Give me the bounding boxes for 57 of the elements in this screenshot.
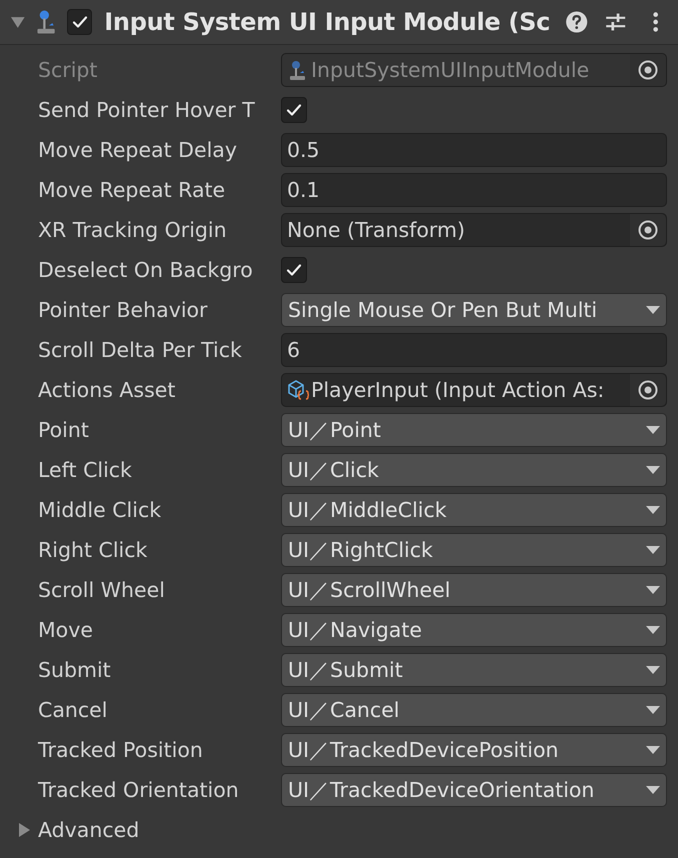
object-field[interactable]: PlayerInput (Input Action As: (281, 373, 667, 407)
component-title: Input System UI Input Module (Sc (104, 8, 550, 36)
dropdown[interactable]: UI／ScrollWheel (281, 573, 667, 607)
dropdown[interactable]: UI／MiddleClick (281, 493, 667, 527)
dropdown[interactable]: UI／Click (281, 453, 667, 487)
caret-icon (646, 705, 660, 715)
cube-icon (287, 379, 309, 401)
object-picker-icon[interactable] (637, 379, 659, 401)
caret-icon (646, 465, 660, 475)
property-label: XR Tracking Origin (37, 218, 228, 242)
object-picker-icon[interactable] (637, 219, 659, 241)
property-label: Deselect On Backgro (37, 258, 254, 282)
caret-icon (646, 305, 660, 315)
property-label: Move Repeat Rate (37, 178, 226, 202)
dropdown[interactable]: Single Mouse Or Pen But Multi (281, 293, 667, 327)
property-label: Submit (37, 658, 112, 682)
enable-checkbox[interactable] (66, 9, 92, 35)
property-label: Send Pointer Hover T (37, 98, 256, 122)
property-label: Script (37, 58, 98, 82)
caret-icon (646, 785, 660, 795)
input-field[interactable]: 0.5 (281, 133, 667, 167)
help-icon[interactable] (564, 9, 590, 35)
property-label: Move (37, 618, 94, 642)
caret-icon (646, 625, 660, 635)
input-field[interactable]: 6 (281, 333, 667, 367)
caret-icon (646, 505, 660, 515)
property-label: Scroll Delta Per Tick (37, 338, 243, 362)
property-label: Cancel (37, 698, 108, 722)
property-label: Actions Asset (37, 378, 176, 402)
property-label: Right Click (37, 538, 148, 562)
caret-icon (646, 745, 660, 755)
dropdown[interactable]: UI／TrackedDevicePosition (281, 733, 667, 767)
caret-icon (646, 545, 660, 555)
dropdown[interactable]: UI／Cancel (281, 693, 667, 727)
property-label: Tracked Orientation (37, 778, 240, 802)
dropdown[interactable]: UI／Navigate (281, 613, 667, 647)
caret-icon (646, 425, 660, 435)
dropdown[interactable]: UI／Submit (281, 653, 667, 687)
property-label: Tracked Position (37, 738, 204, 762)
foldout-arrow-icon[interactable] (16, 822, 32, 838)
property-label: Scroll Wheel (37, 578, 166, 602)
property-label: Pointer Behavior (37, 298, 208, 322)
dropdown[interactable]: UI／Point (281, 413, 667, 447)
dropdown[interactable]: UI／RightClick (281, 533, 667, 567)
object-field[interactable]: None (Transform) (281, 213, 667, 247)
caret-icon (646, 665, 660, 675)
foldout-label[interactable]: Advanced (38, 818, 140, 842)
property-label: Point (37, 418, 90, 442)
checkbox[interactable] (281, 97, 307, 123)
property-label: Move Repeat Delay (37, 138, 238, 162)
property-label: Left Click (37, 458, 133, 482)
dropdown[interactable]: UI／TrackedDeviceOrientation (281, 773, 667, 807)
property-label: Middle Click (37, 498, 162, 522)
checkbox[interactable] (281, 257, 307, 283)
caret-icon (646, 585, 660, 595)
foldout-arrow-icon-header[interactable] (10, 14, 26, 30)
input-field[interactable]: 0.1 (281, 173, 667, 207)
